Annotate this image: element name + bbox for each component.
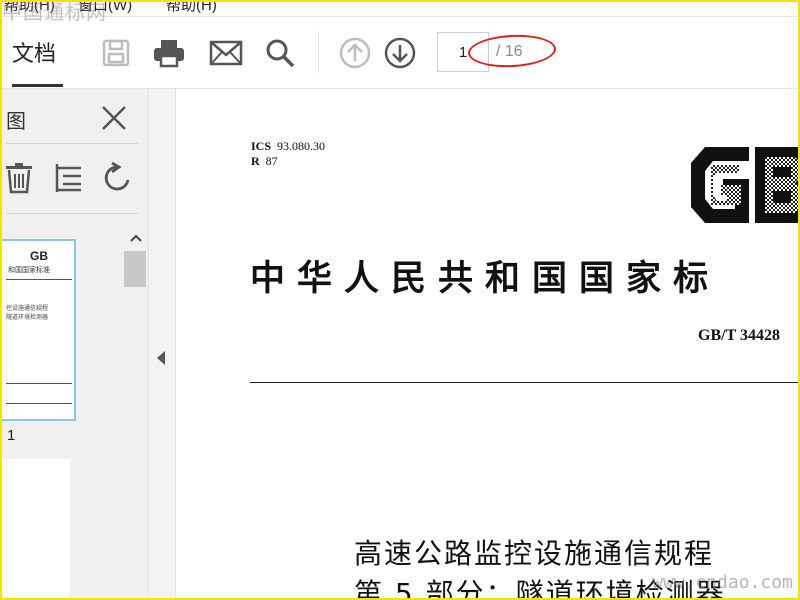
r-value: 87 xyxy=(265,154,278,168)
search-icon[interactable] xyxy=(262,35,298,71)
panel-divider xyxy=(6,213,138,214)
toolbar-separator xyxy=(318,31,319,73)
arrow-down-icon[interactable] xyxy=(382,35,418,71)
document-subtitle-1: 高速公路监控设施通信规程 xyxy=(354,537,715,570)
document-page: ICS 93.080.30 R 87 中华人民共和国国家标 GB/T 34428… xyxy=(176,89,800,600)
thumbnail-list: GB 和国国家标准 控设施通信规程 隧道环境检测器 1 xyxy=(0,227,122,600)
standard-title: 中华人民共和国国家标 xyxy=(250,258,721,299)
print-icon[interactable] xyxy=(151,35,187,71)
thumb-line-1: 控设施通信规程 xyxy=(6,306,49,312)
save-icon[interactable] xyxy=(98,35,134,71)
menu-bar: 帮助(H) 窗口(W) 帮助(H) xyxy=(0,0,800,17)
ics-block: ICS 93.080.30 R 87 xyxy=(251,139,325,169)
toolbar: 文档 1 / 16 xyxy=(0,17,800,89)
watermark-top: 中国通标网 xyxy=(2,0,107,24)
cut-icon[interactable] xyxy=(51,161,85,195)
ics-label: ICS xyxy=(251,139,272,153)
r-label: R xyxy=(251,154,260,168)
gb-logo xyxy=(691,147,800,223)
arrow-up-icon[interactable] xyxy=(337,35,373,71)
tab-underline xyxy=(12,84,63,87)
thumbnail-scrollbar[interactable] xyxy=(123,227,148,600)
thumb-header: 和国国家标准 xyxy=(8,267,50,274)
thumb-rule xyxy=(6,383,72,384)
thumb-rule xyxy=(6,279,72,280)
scrollbar-thumb[interactable] xyxy=(124,251,146,287)
tab-document[interactable]: 文档 xyxy=(12,36,56,68)
thumb-rule xyxy=(6,403,72,404)
close-icon[interactable] xyxy=(98,102,130,134)
collapse-arrow-icon[interactable] xyxy=(157,351,165,365)
page-thumbnail[interactable] xyxy=(0,459,70,600)
title-rule xyxy=(250,382,800,383)
ics-value: 93.080.30 xyxy=(277,139,326,153)
trash-icon[interactable] xyxy=(2,161,36,195)
thumb-line-2: 隧道环境检测器 xyxy=(6,315,49,321)
panel-divider xyxy=(6,143,138,144)
panel-title: 图 xyxy=(6,111,26,133)
thumbnail-panel: 图 GB 和国国家标准 控设施通信规程 隧道环境检测器 1 xyxy=(0,89,148,600)
thumb-logo: GB xyxy=(30,249,48,263)
chevron-up-icon[interactable] xyxy=(123,227,148,249)
rotate-icon[interactable] xyxy=(101,161,135,195)
page-thumbnail[interactable]: GB 和国国家标准 控设施通信规程 隧道环境检测器 xyxy=(0,239,76,421)
menu-item-help[interactable]: 帮助(H) xyxy=(166,0,217,15)
watermark-bottom: www.cndao.com xyxy=(652,572,793,593)
thumb-page-number: 1 xyxy=(7,427,16,444)
panel-collapse-strip[interactable] xyxy=(148,89,176,600)
standard-code: GB/T 34428 xyxy=(698,327,780,344)
mail-icon[interactable] xyxy=(208,35,244,71)
